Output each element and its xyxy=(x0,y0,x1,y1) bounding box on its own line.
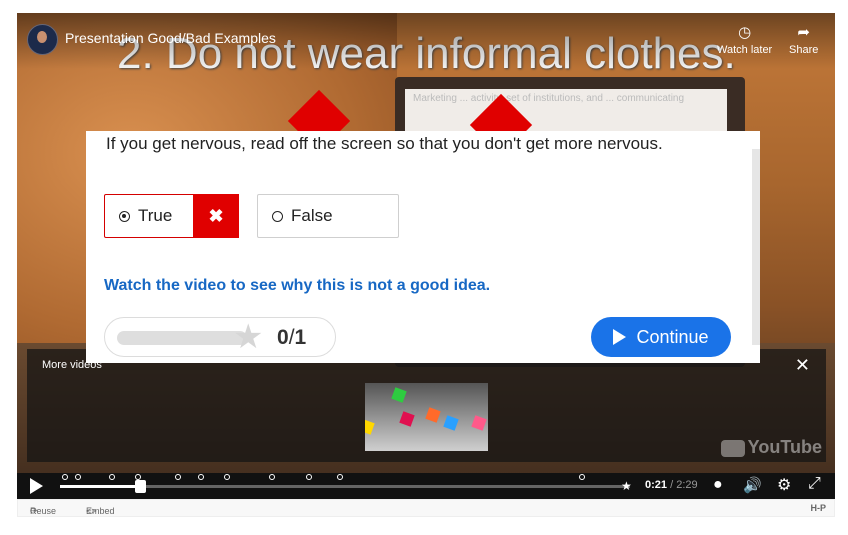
question-text: If you get nervous, read off the screen … xyxy=(106,134,663,153)
interaction-marker[interactable] xyxy=(269,474,275,480)
thumbnail-cube-green xyxy=(391,387,407,403)
h5p-logo[interactable]: H-P xyxy=(811,503,827,513)
video-thumbnail[interactable] xyxy=(365,383,488,451)
score-text: 0/1 xyxy=(277,326,306,350)
volume-icon[interactable]: 🔊 xyxy=(743,476,762,494)
interaction-marker[interactable] xyxy=(175,474,181,480)
answer-option-true[interactable]: True ✖ xyxy=(104,194,239,238)
progress-handle[interactable] xyxy=(135,480,146,493)
quiz-card: If you get nervous, read off the screen … xyxy=(86,131,760,363)
fullscreen-icon[interactable]: ⤢ xyxy=(808,475,821,493)
interaction-marker[interactable] xyxy=(198,474,204,480)
score-total: 1 xyxy=(294,326,307,349)
speedometer-icon[interactable]: ● xyxy=(713,476,723,494)
watch-later-button[interactable]: ◷ Watch later xyxy=(717,23,772,56)
thumbnail-cube-blue xyxy=(443,415,459,431)
share-button[interactable]: ➦ Share xyxy=(789,23,818,56)
youtube-logo[interactable]: YouTube xyxy=(720,437,822,458)
more-videos-panel: More videos ✕ YouTube xyxy=(27,349,826,462)
interaction-marker[interactable] xyxy=(337,474,343,480)
share-label: Share xyxy=(789,44,819,56)
answer-option-false-label: False xyxy=(291,206,333,225)
clock-icon: ◷ xyxy=(738,24,752,41)
thumbnail-cube-pink xyxy=(471,415,487,431)
share-arrow-icon: ➦ xyxy=(797,24,810,41)
interaction-marker[interactable] xyxy=(224,474,230,480)
time-display: 0:21 / 2:29 xyxy=(645,479,698,491)
youtube-play-icon xyxy=(720,439,745,457)
current-time: 0:21 xyxy=(645,479,668,491)
score-progress-track xyxy=(117,331,247,345)
quiz-scrollbar[interactable] xyxy=(752,149,760,345)
thumbnail-cube-red xyxy=(399,411,415,427)
play-icon xyxy=(613,329,627,345)
video-title[interactable]: Presentation Good/Bad Examples xyxy=(65,30,276,46)
progress-bar[interactable]: ★ xyxy=(17,462,835,493)
wrong-answer-icon: ✖ xyxy=(193,194,239,238)
answer-option-false[interactable]: False xyxy=(257,194,399,238)
watch-later-label: Watch later xyxy=(717,44,773,56)
h5p-footer: ⟳ Reuse <> Embed H-P xyxy=(17,499,835,517)
continue-label: Continue xyxy=(636,326,709,347)
interaction-marker[interactable] xyxy=(62,474,68,480)
thumbnail-cube-orange xyxy=(425,407,441,423)
thumbnail-cube-yellow xyxy=(365,419,375,435)
star-icon: ★ xyxy=(233,318,264,356)
continue-button[interactable]: Continue xyxy=(591,317,731,357)
embed-label: Embed xyxy=(86,506,115,516)
radio-selected-icon xyxy=(119,210,130,222)
player-top-bar: Presentation Good/Bad Examples ◷ Watch l… xyxy=(17,13,835,69)
interaction-marker[interactable] xyxy=(109,474,115,480)
answer-option-true-label: True xyxy=(138,206,173,225)
interaction-marker[interactable] xyxy=(306,474,312,480)
play-icon[interactable] xyxy=(30,478,43,494)
channel-avatar[interactable] xyxy=(27,24,58,55)
interaction-marker[interactable] xyxy=(75,474,81,480)
duration: 2:29 xyxy=(676,479,698,491)
time-separator: / xyxy=(670,479,674,491)
score-earned: 0 xyxy=(277,326,289,349)
radio-unselected-icon xyxy=(272,210,283,222)
star-marker-icon[interactable]: ★ xyxy=(621,479,632,493)
close-icon[interactable]: ✕ xyxy=(795,355,810,376)
score-bar: ★ 0/1 xyxy=(104,317,336,357)
feedback-text: Watch the video to see why this is not a… xyxy=(104,277,491,294)
gear-icon[interactable]: ⚙ xyxy=(777,475,791,495)
interaction-marker[interactable] xyxy=(579,474,585,480)
progress-fill xyxy=(60,485,140,488)
youtube-logo-text: YouTube xyxy=(747,437,822,457)
reuse-label: Reuse xyxy=(30,506,57,516)
